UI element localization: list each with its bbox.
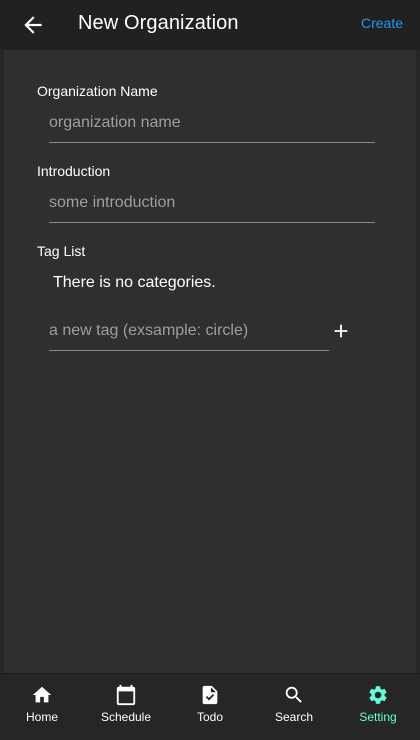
screen: New Organization Create Organization Nam… (0, 0, 420, 740)
app-bar: New Organization Create (0, 0, 420, 50)
gear-icon (367, 684, 389, 706)
create-button[interactable]: Create (361, 15, 403, 31)
form: Organization Name Introduction Tag List … (0, 50, 420, 674)
tag-list-empty-text: There is no categories. (53, 274, 216, 291)
search-icon (283, 684, 305, 706)
new-tag-input[interactable] (49, 312, 329, 351)
nav-label-setting: Setting (359, 710, 397, 724)
arrow-back-icon (24, 16, 42, 34)
organization-name-label: Organization Name (37, 83, 158, 99)
nav-item-search[interactable]: Search (252, 674, 336, 740)
organization-name-input[interactable] (49, 104, 375, 143)
nav-item-home[interactable]: Home (0, 674, 84, 740)
introduction-label: Introduction (37, 163, 111, 179)
nav-label-schedule: Schedule (100, 710, 152, 724)
nav-item-schedule[interactable]: Schedule (84, 674, 168, 740)
bottom-navigation: Home Schedule Todo Search Setting (0, 673, 420, 740)
back-button[interactable] (20, 12, 46, 38)
nav-item-todo[interactable]: Todo (168, 674, 252, 740)
calendar-icon (115, 684, 137, 706)
introduction-input[interactable] (49, 184, 375, 223)
nav-label-home: Home (25, 710, 58, 724)
nav-label-search: Search (274, 710, 314, 724)
plus-icon (334, 324, 348, 338)
task-icon (199, 684, 221, 706)
nav-item-setting[interactable]: Setting (336, 674, 420, 740)
home-icon (31, 684, 53, 706)
tag-list-label: Tag List (37, 243, 86, 259)
add-tag-button[interactable] (330, 320, 352, 342)
nav-label-todo: Todo (196, 710, 224, 724)
page-title: New Organization (78, 12, 239, 34)
